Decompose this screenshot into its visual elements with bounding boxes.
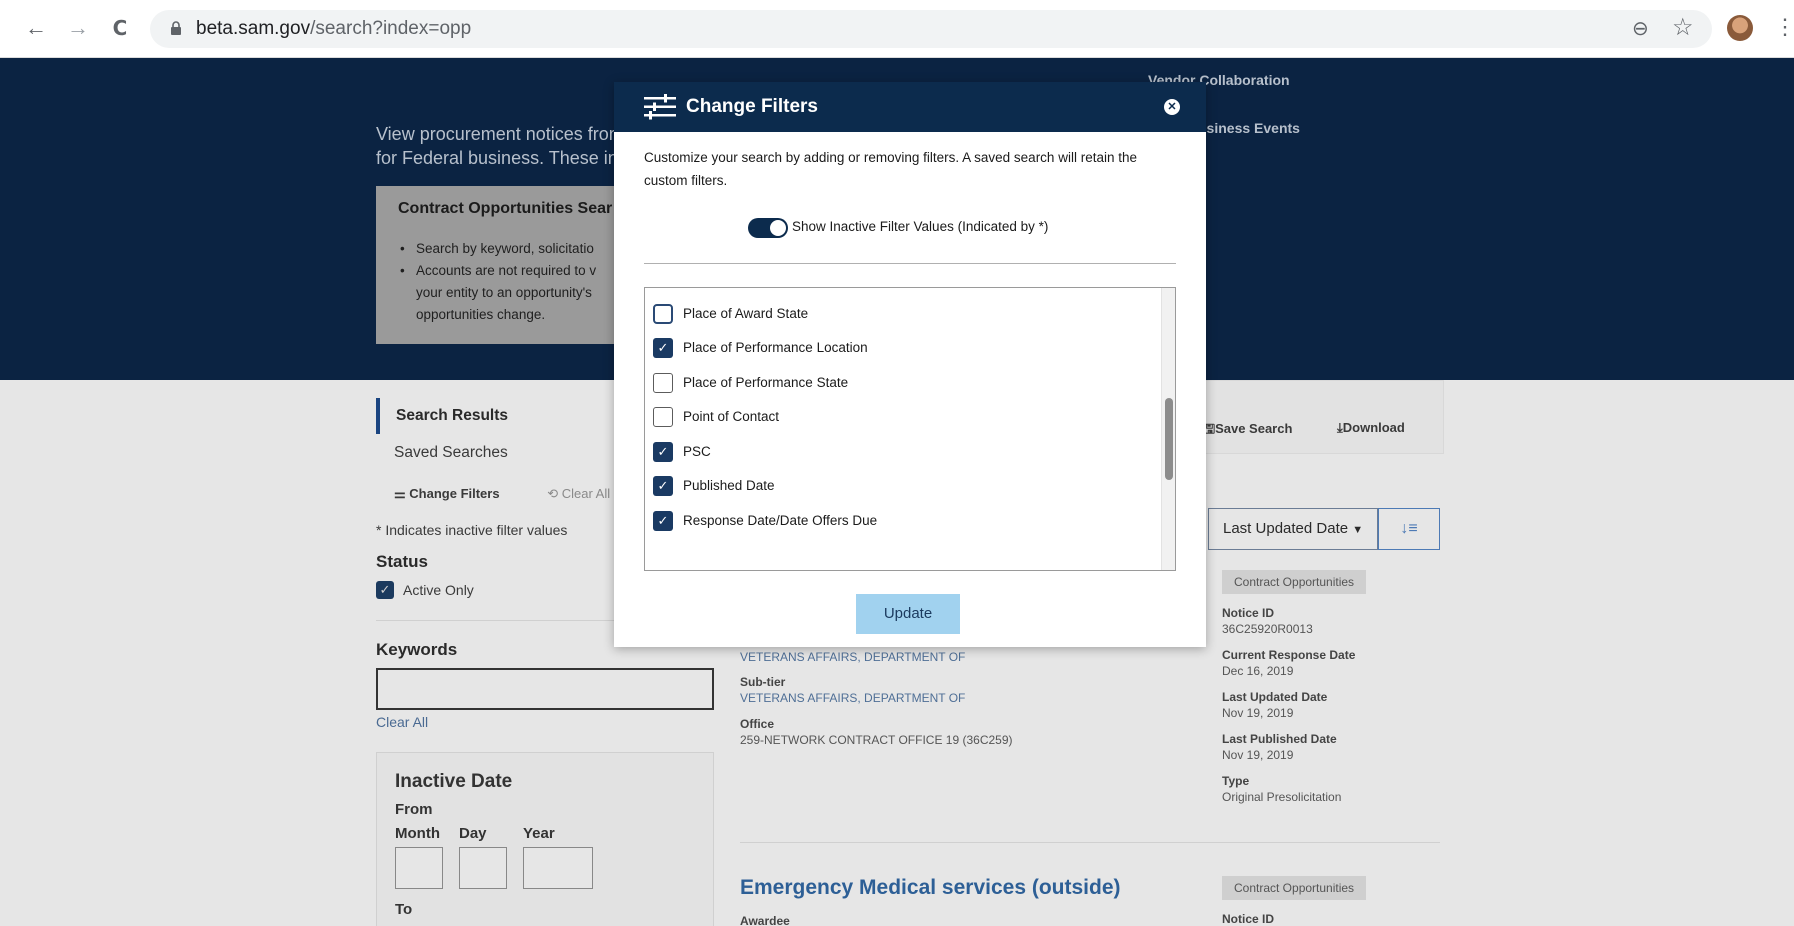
filter-label: Place of Performance State <box>683 375 849 390</box>
profile-avatar[interactable] <box>1727 15 1753 41</box>
clear-all-top-button[interactable]: ⟲ Clear All <box>547 486 610 501</box>
notice-id-label: Notice ID <box>1222 606 1275 620</box>
chevron-down-icon: ▼ <box>1352 524 1364 536</box>
filter-buttons: ⚌ Change Filters ⟲ Clear All <box>394 486 610 502</box>
inactive-date-panel: Inactive Date From Month Day Year To <box>376 752 714 926</box>
year-label: Year <box>523 825 555 842</box>
tab-search-results[interactable]: Search Results <box>376 398 616 434</box>
to-label: To <box>395 901 413 918</box>
change-filters-modal: Change Filters ✕ Customize your search b… <box>614 82 1206 647</box>
filter-list[interactable]: Place of Award State ✓ Place of Performa… <box>644 287 1176 571</box>
department-link[interactable]: VETERANS AFFAIRS, DEPARTMENT OF <box>740 650 965 664</box>
filter-checkbox[interactable]: ✓ <box>653 338 673 358</box>
active-only-label: Active Only <box>403 582 474 598</box>
inactive-values-toggle[interactable] <box>748 218 788 238</box>
info-bullet: your entity to an opportunity's <box>416 285 592 300</box>
info-bullet: Accounts are not required to v <box>398 260 596 282</box>
subtier-label: Sub-tier <box>740 675 786 689</box>
info-box-title: Contract Opportunities Sear <box>398 200 613 217</box>
type-value: Original Presolicitation <box>1222 790 1342 804</box>
from-label: From <box>395 801 433 818</box>
awardee-label: Awardee <box>740 914 790 926</box>
subtier-link[interactable]: VETERANS AFFAIRS, DEPARTMENT OF <box>740 691 965 705</box>
scrollbar-thumb[interactable] <box>1165 397 1173 480</box>
filter-checkbox[interactable]: ✓ <box>653 476 673 496</box>
published-date-label: Last Published Date <box>1222 732 1337 746</box>
filter-checkbox[interactable]: ✓ <box>653 442 673 462</box>
info-bullet: Search by keyword, solicitatio <box>398 238 596 260</box>
sort-select[interactable]: Last Updated Date ▼ <box>1208 508 1378 550</box>
sort-direction-button[interactable]: ↓≡ <box>1378 508 1440 550</box>
browser-toolbar: ← → C beta.sam.gov/search?index=opp ⊖ ☆ … <box>0 0 1794 58</box>
filter-label: Place of Award State <box>683 306 809 321</box>
result-divider <box>740 842 1440 843</box>
result-type-tag: Contract Opportunities <box>1222 570 1367 594</box>
filter-label: Response Date/Date Offers Due <box>683 513 878 528</box>
office-value: 259-NETWORK CONTRACT OFFICE 19 (36C259) <box>740 733 1013 747</box>
updated-date-value: Nov 19, 2019 <box>1222 706 1294 720</box>
active-only-checkbox[interactable]: ✓ <box>376 581 394 599</box>
filter-checkbox[interactable]: ✓ <box>653 511 673 531</box>
notice-id-label: Notice ID <box>1222 912 1275 926</box>
published-date-value: Nov 19, 2019 <box>1222 748 1294 762</box>
office-label: Office <box>740 717 775 731</box>
actions-panel <box>1192 380 1444 454</box>
response-date-label: Current Response Date <box>1222 648 1356 662</box>
filter-label: Place of Performance Location <box>683 340 868 355</box>
status-heading: Status <box>376 552 428 571</box>
result-title-link[interactable]: Emergency Medical services (outside) <box>740 876 1121 900</box>
zoom-icon[interactable]: ⊖ <box>1632 16 1649 41</box>
address-bar[interactable]: beta.sam.gov/search?index=opp <box>150 10 1712 48</box>
keywords-heading: Keywords <box>376 640 458 659</box>
lock-icon <box>171 21 181 35</box>
filter-list-scrollbar[interactable] <box>1161 288 1175 570</box>
from-year-input[interactable] <box>523 847 593 889</box>
url-text: beta.sam.gov/search?index=opp <box>196 18 472 39</box>
forward-arrow-icon[interactable]: → <box>64 14 92 42</box>
modal-description: Customize your search by adding or remov… <box>644 150 1137 188</box>
filters-icon <box>644 94 676 120</box>
response-date-value: Dec 16, 2019 <box>1222 664 1294 678</box>
clear-all-link[interactable]: Clear All <box>376 714 428 730</box>
from-month-input[interactable] <box>395 847 443 889</box>
from-day-input[interactable] <box>459 847 507 889</box>
filter-label: Point of Contact <box>683 409 780 424</box>
update-button[interactable]: Update <box>856 594 960 634</box>
close-icon[interactable]: ✕ <box>1164 99 1180 115</box>
type-label: Type <box>1222 774 1250 788</box>
notice-id-value: 36C25920R0013 <box>1222 622 1313 636</box>
modal-header: Change Filters ✕ <box>614 82 1206 132</box>
change-filters-button[interactable]: ⚌ Change Filters <box>394 486 500 501</box>
filter-label: PSC <box>683 444 711 459</box>
result-type-tag: Contract Opportunities <box>1222 876 1367 900</box>
toggle-knob <box>770 220 786 236</box>
inactive-date-title: Inactive Date <box>395 771 513 792</box>
filter-checkbox[interactable] <box>653 373 673 393</box>
keywords-input[interactable] <box>376 668 714 710</box>
modal-title: Change Filters <box>686 96 818 117</box>
filter-checkbox[interactable] <box>653 407 673 427</box>
info-box: Contract Opportunities Sear Search by ke… <box>376 186 636 344</box>
modal-divider <box>644 263 1176 264</box>
browser-menu-icon[interactable]: ⋮ <box>1774 14 1794 40</box>
download-button[interactable]: ⤓Download <box>1337 420 1405 436</box>
month-label: Month <box>395 825 440 842</box>
filter-label: Published Date <box>683 478 775 493</box>
back-arrow-icon[interactable]: ← <box>22 14 50 42</box>
reload-icon[interactable]: C <box>106 14 134 42</box>
filter-checkbox[interactable] <box>653 304 673 324</box>
info-bullet: opportunities change. <box>416 307 546 322</box>
business-events-link[interactable]: usiness Events <box>1198 120 1300 136</box>
toggle-label: Show Inactive Filter Values (Indicated b… <box>792 219 1049 234</box>
info-box-list: Search by keyword, solicitatio Accounts … <box>398 238 596 326</box>
bookmark-star-icon[interactable]: ☆ <box>1672 13 1694 42</box>
inactive-note: * Indicates inactive filter values <box>376 522 568 538</box>
updated-date-label: Last Updated Date <box>1222 690 1328 704</box>
save-search-button[interactable]: 🖫Save Search <box>1204 420 1292 442</box>
tab-saved-searches[interactable]: Saved Searches <box>394 444 508 462</box>
day-label: Day <box>459 825 487 842</box>
